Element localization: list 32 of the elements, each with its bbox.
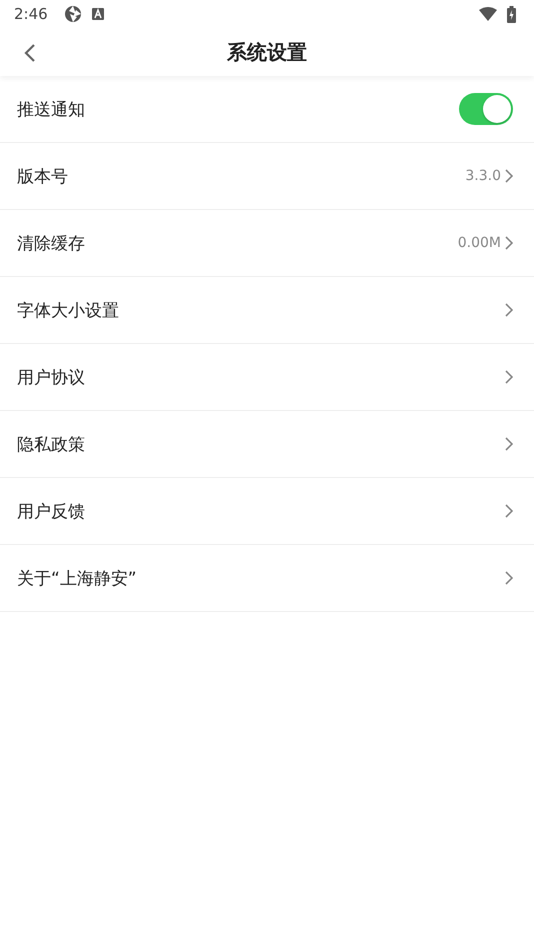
font-icon	[92, 8, 104, 20]
settings-row[interactable]: 关于“上海静安”	[0, 545, 534, 612]
settings-row[interactable]: 用户反馈	[0, 478, 534, 545]
battery-icon	[507, 6, 516, 22]
page-title: 系统设置	[227, 38, 307, 66]
setting-label: 字体大小设置	[17, 300, 119, 322]
status-time: 2:46	[14, 5, 48, 23]
settings-row[interactable]: 字体大小设置	[0, 277, 534, 344]
settings-row[interactable]: 推送通知	[0, 76, 534, 143]
setting-label: 版本号	[17, 166, 68, 188]
setting-label: 隐私政策	[17, 434, 85, 456]
setting-label: 用户协议	[17, 366, 85, 388]
chevron-right-icon	[505, 437, 513, 451]
chevron-right-icon	[505, 169, 513, 183]
chevron-right-icon	[505, 370, 513, 384]
setting-label: 用户反馈	[17, 500, 85, 522]
setting-value: 0.00M	[458, 235, 501, 251]
chevron-right-icon	[505, 303, 513, 317]
settings-row[interactable]: 用户协议	[0, 344, 534, 411]
setting-label: 清除缓存	[17, 232, 85, 254]
settings-row[interactable]: 清除缓存 0.00M	[0, 210, 534, 277]
settings-row[interactable]: 版本号 3.3.0	[0, 143, 534, 210]
chevron-right-icon	[505, 571, 513, 585]
wifi-icon	[479, 7, 497, 21]
chevron-right-icon	[505, 504, 513, 518]
settings-row[interactable]: 隐私政策	[0, 411, 534, 478]
toggle-switch[interactable]	[459, 93, 513, 125]
setting-label: 推送通知	[17, 98, 85, 120]
setting-label: 关于“上海静安”	[17, 568, 137, 590]
setting-value: 3.3.0	[465, 168, 501, 184]
chevron-right-icon	[505, 236, 513, 250]
aperture-icon	[64, 5, 82, 23]
